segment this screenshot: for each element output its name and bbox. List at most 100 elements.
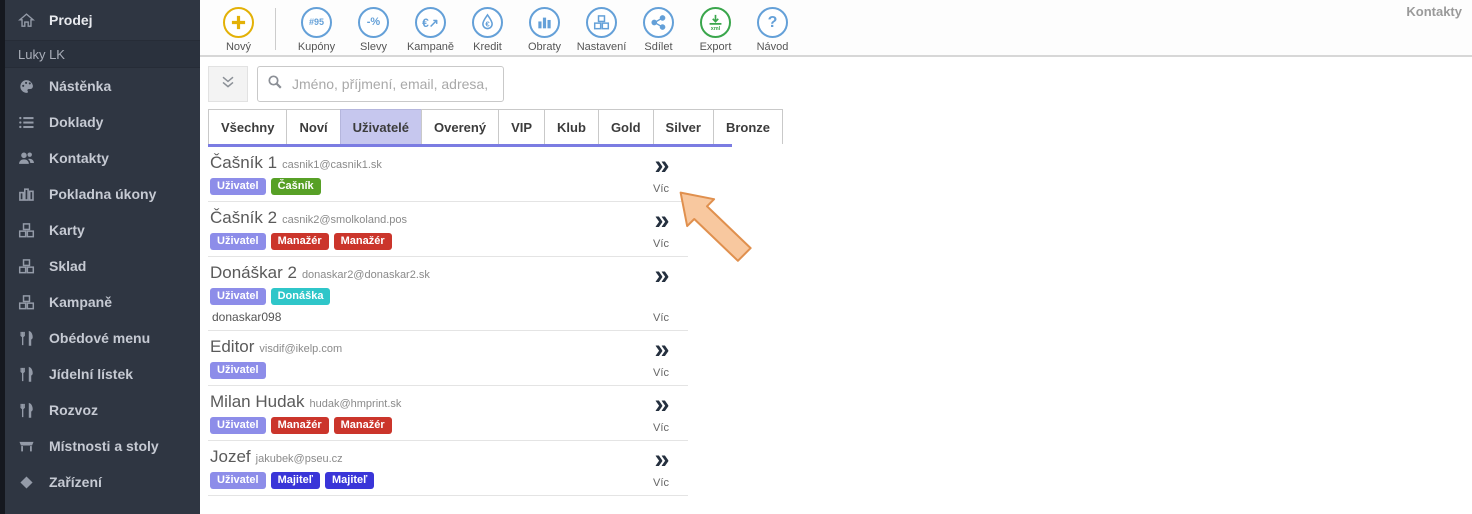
contact-name-line: Editorvisdif@ikelp.com <box>210 337 342 357</box>
toolbar-button-slevy[interactable]: -%Slevy <box>345 7 402 53</box>
role-badge: Manažér <box>334 233 392 250</box>
sidebar-item-ob-dov-menu[interactable]: Obédové menu <box>5 320 200 356</box>
toolbar-button-nov-[interactable]: Nový <box>210 7 267 53</box>
sidebar-item-kampan-[interactable]: Kampaně <box>5 284 200 320</box>
toolbar-button-label: Nový <box>226 41 251 53</box>
tabs: VšechnyNovíUživateléOverenýVIPKlubGoldSi… <box>208 109 732 147</box>
plus-icon <box>223 7 254 38</box>
toolbar-button-sd-let[interactable]: Sdílet <box>630 7 687 53</box>
contact-badges: UživatelManažérManažér <box>210 233 407 250</box>
contact-email: donaskar2@donaskar2.sk <box>302 269 430 281</box>
toolbar-button-label: Kredit <box>473 41 502 53</box>
sidebar-item-label: Jídelní lístek <box>49 366 133 382</box>
cubes-icon <box>18 222 38 239</box>
sidebar-subitem-label: Luky LK <box>18 47 65 62</box>
role-badge: Manažér <box>271 417 329 434</box>
role-badge: Uživatel <box>210 288 266 305</box>
tab-silver[interactable]: Silver <box>653 109 714 144</box>
contact-badges: UživatelDonáška <box>210 288 430 305</box>
cutlery-icon <box>18 402 38 419</box>
double-chevron-right-icon: » <box>654 208 667 232</box>
main-area: Nový #95 Kupóny -%Slevy€↗Kampaně € Kredit Obra… <box>200 0 1472 514</box>
role-badge: Manažér <box>334 417 392 434</box>
more-button[interactable]: »Víc <box>644 337 688 379</box>
sidebar-item-za-zen-[interactable]: Zařízení <box>5 464 200 500</box>
palette-icon <box>18 78 38 95</box>
sidebar-item-doklady[interactable]: Doklady <box>5 104 200 140</box>
toolbar-button-label: Návod <box>757 41 789 53</box>
sidebar-subitem-luky-lk[interactable]: Luky LK <box>5 40 200 68</box>
sidebar-item-j-deln-l-stek[interactable]: Jídelní lístek <box>5 356 200 392</box>
more-button[interactable]: »Víc <box>644 447 688 489</box>
sidebar-item-m-stnosti-a-stoly[interactable]: Místnosti a stoly <box>5 428 200 464</box>
sidebar-item-label: Kontakty <box>49 150 109 166</box>
toolbar-button-label: Kupóny <box>298 41 335 53</box>
double-chevron-down-icon <box>219 74 237 95</box>
contact-info: Milan Hudakhudak@hmprint.skUživatelManaž… <box>210 392 401 434</box>
cubes-icon <box>18 294 38 311</box>
svg-text:€: € <box>485 19 490 28</box>
search-icon <box>267 74 283 95</box>
contact-name: Milan Hudak <box>210 392 305 411</box>
toolbar-button-kampan-[interactable]: €↗Kampaně <box>402 7 459 53</box>
contact-name: Čašník 2 <box>210 208 277 227</box>
sidebar-item-label: Místnosti a stoly <box>49 438 159 454</box>
toolbar-button-kup-ny[interactable]: #95 Kupóny <box>288 7 345 53</box>
contact-email: visdif@ikelp.com <box>259 343 342 355</box>
sidebar-item-prodej[interactable]: Prodej <box>5 0 200 40</box>
expand-filters-button[interactable] <box>208 66 248 102</box>
glyph-icon: -% <box>358 7 389 38</box>
home-icon <box>18 12 38 29</box>
more-button[interactable]: »Víc <box>644 392 688 434</box>
sidebar-item-sklad[interactable]: Sklad <box>5 248 200 284</box>
sidebar-item-rozvoz[interactable]: Rozvoz <box>5 392 200 428</box>
role-badge: Uživatel <box>210 178 266 195</box>
role-badge: Majiteľ <box>325 472 374 489</box>
toolbar-button-export[interactable]: xml Export <box>687 7 744 53</box>
role-badge: Majiteľ <box>271 472 320 489</box>
sidebar-item-pokladna-kony[interactable]: Pokladna úkony <box>5 176 200 212</box>
tab-gold[interactable]: Gold <box>598 109 654 144</box>
contact-info: Jozefjakubek@pseu.czUživatelMajiteľMajit… <box>210 447 374 489</box>
icon-glyph-text: ? <box>768 15 778 31</box>
toolbar-button-nastaven-[interactable]: Nastavení <box>573 7 630 53</box>
contact-list: Čašník 1casnik1@casnik1.skUživatelČašník… <box>208 147 688 496</box>
toolbar-button-label: Export <box>700 41 732 53</box>
tab-overen-[interactable]: Overený <box>421 109 499 144</box>
diamond-icon <box>18 474 38 491</box>
glyph-icon: #95 <box>301 7 332 38</box>
contact-info: Donáškar 2donaskar2@donaskar2.skUživatel… <box>210 263 430 324</box>
search-input[interactable] <box>290 75 494 93</box>
tab-nov-[interactable]: Noví <box>286 109 340 144</box>
sidebar-item-karty[interactable]: Karty <box>5 212 200 248</box>
people-icon <box>18 150 38 167</box>
role-badge: Manažér <box>271 233 329 250</box>
tab-u-ivatel-[interactable]: Uživatelé <box>340 109 422 144</box>
contact-email: jakubek@pseu.cz <box>256 453 343 465</box>
sidebar-item-kontakty[interactable]: Kontakty <box>5 140 200 176</box>
double-chevron-right-icon: » <box>654 263 667 287</box>
sidebar-item-n-st-nka[interactable]: Nástěnka <box>5 68 200 104</box>
contact-name: Čašník 1 <box>210 153 277 172</box>
toolbar-button-kredit[interactable]: € Kredit <box>459 7 516 53</box>
more-button[interactable]: »Víc <box>644 208 688 250</box>
tab-klub[interactable]: Klub <box>544 109 599 144</box>
contact-name-line: Milan Hudakhudak@hmprint.sk <box>210 392 401 412</box>
more-button-label: Víc <box>653 367 669 379</box>
toolbar-button-label: Nastavení <box>577 41 627 53</box>
more-button[interactable]: »Víc <box>644 263 688 324</box>
more-button[interactable]: »Víc <box>644 153 688 195</box>
toolbar-button-n-vod[interactable]: ? Návod <box>744 7 801 53</box>
contact-row: Čašník 1casnik1@casnik1.skUživatelČašník… <box>208 147 688 202</box>
toolbar-button-obraty[interactable]: Obraty <box>516 7 573 53</box>
contact-info: Editorvisdif@ikelp.comUživatel <box>210 337 342 379</box>
tab-v-echny[interactable]: Všechny <box>208 109 287 144</box>
sidebar-item-label: Obédové menu <box>49 330 150 346</box>
svg-text:xml: xml <box>711 26 721 32</box>
icon-glyph-text: €↗ <box>422 17 439 29</box>
tab-bronze[interactable]: Bronze <box>713 109 783 144</box>
contact-email: casnik2@smolkoland.pos <box>282 214 407 226</box>
contact-badges: UživatelČašník <box>210 178 382 195</box>
tab-vip[interactable]: VIP <box>498 109 545 144</box>
contact-row: Donáškar 2donaskar2@donaskar2.skUživatel… <box>208 257 688 331</box>
